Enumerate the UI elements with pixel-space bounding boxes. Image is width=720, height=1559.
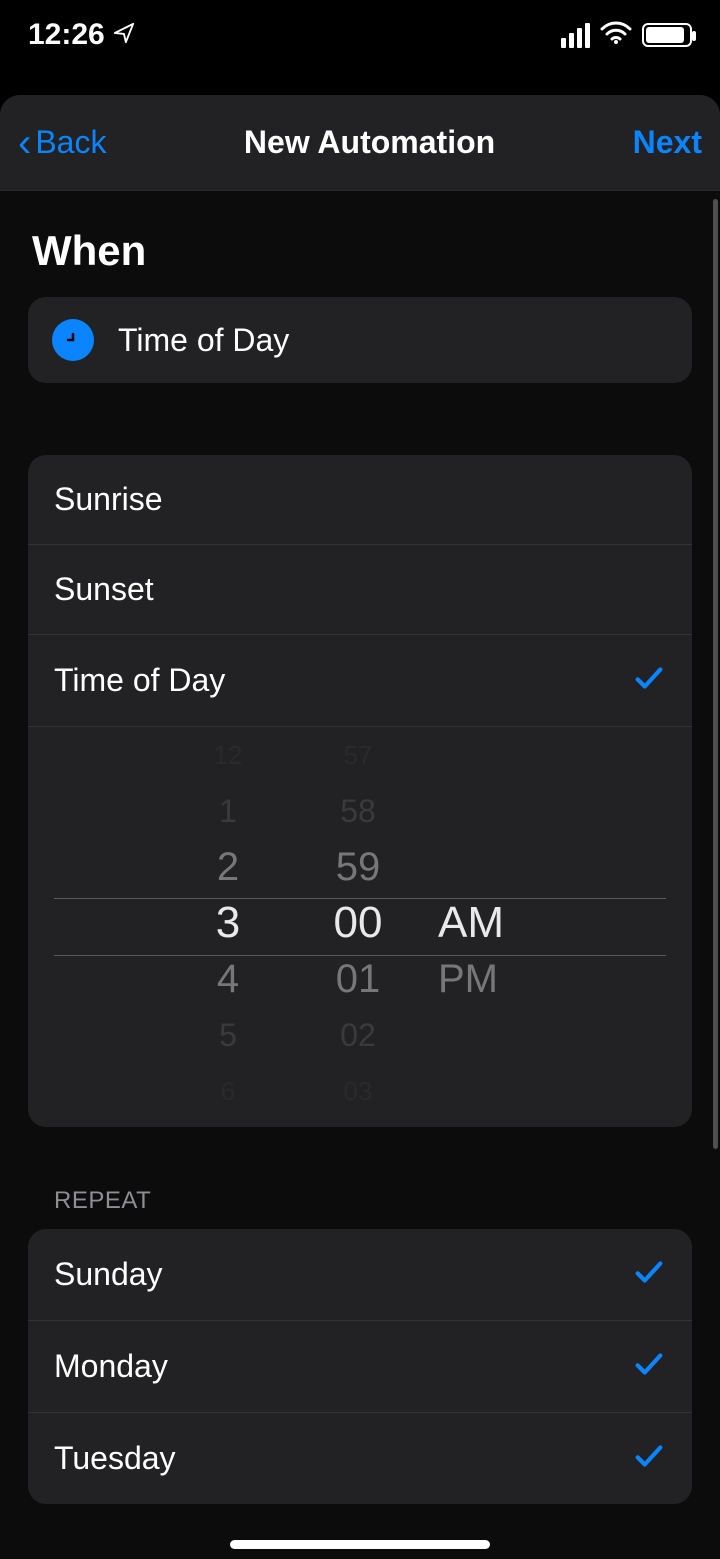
home-indicator[interactable] — [230, 1540, 490, 1549]
repeat-days-card: Sunday Monday Tuesday — [28, 1229, 692, 1504]
nav-bar: ‹ Back New Automation Next — [0, 95, 720, 191]
content-area: When Time of Day Sunrise Sunset Time of … — [0, 191, 720, 1559]
when-summary-label: Time of Day — [118, 322, 289, 359]
picker-item: 59 — [288, 839, 428, 895]
picker-item: 12 — [168, 727, 288, 783]
chevron-left-icon: ‹ — [18, 123, 31, 163]
checkmark-icon — [632, 661, 666, 700]
minute-wheel[interactable]: 57 58 59 00 01 02 03 — [288, 727, 428, 1127]
picker-item-selected: 00 — [288, 895, 428, 951]
picker-item-selected: AM — [438, 895, 548, 951]
picker-item: 58 — [288, 783, 428, 839]
hour-wheel[interactable]: 12 1 2 3 4 5 6 — [168, 727, 288, 1127]
picker-item: 4 — [168, 951, 288, 1007]
day-monday-label: Monday — [54, 1348, 168, 1385]
cellular-icon — [561, 23, 590, 48]
day-monday[interactable]: Monday — [28, 1321, 692, 1413]
ampm-wheel[interactable]: . . . AM PM — [428, 727, 548, 1127]
day-sunday[interactable]: Sunday — [28, 1229, 692, 1321]
repeat-header: REPEAT — [0, 1187, 720, 1229]
status-left: 12:26 — [28, 18, 135, 52]
picker-item: 1 — [168, 783, 288, 839]
picker-item-selected: 3 — [168, 895, 288, 951]
picker-item: 57 — [288, 727, 428, 783]
modal-sheet: ‹ Back New Automation Next When Time of … — [0, 95, 720, 1559]
picker-item: 5 — [168, 1007, 288, 1063]
option-sunset-label: Sunset — [54, 571, 154, 608]
status-time: 12:26 — [28, 18, 105, 52]
picker-item: 03 — [288, 1063, 428, 1119]
option-time-of-day[interactable]: Time of Day — [28, 635, 692, 727]
next-button[interactable]: Next — [633, 124, 702, 161]
scrollbar[interactable] — [713, 199, 718, 1149]
day-tuesday[interactable]: Tuesday — [28, 1413, 692, 1504]
picker-item: PM — [438, 951, 548, 1007]
option-sunrise[interactable]: Sunrise — [28, 455, 692, 545]
battery-icon — [642, 23, 692, 47]
picker-item: 2 — [168, 839, 288, 895]
time-picker[interactable]: 12 1 2 3 4 5 6 57 58 59 00 01 02 — [28, 727, 692, 1127]
picker-item: 6 — [168, 1063, 288, 1119]
nav-title: New Automation — [244, 124, 495, 161]
location-arrow-icon — [113, 18, 135, 52]
status-right — [561, 21, 692, 50]
wifi-icon — [600, 21, 632, 50]
picker-item: 02 — [288, 1007, 428, 1063]
when-summary-card[interactable]: Time of Day — [28, 297, 692, 383]
back-label: Back — [35, 124, 106, 161]
status-bar: 12:26 — [0, 0, 720, 70]
back-button[interactable]: ‹ Back — [18, 123, 106, 163]
checkmark-icon — [632, 1439, 666, 1478]
day-sunday-label: Sunday — [54, 1256, 163, 1293]
checkmark-icon — [632, 1255, 666, 1294]
option-time-of-day-label: Time of Day — [54, 662, 225, 699]
option-sunset[interactable]: Sunset — [28, 545, 692, 635]
checkmark-icon — [632, 1347, 666, 1386]
day-tuesday-label: Tuesday — [54, 1440, 176, 1477]
when-header: When — [0, 191, 720, 297]
clock-icon — [52, 319, 94, 361]
picker-item: 01 — [288, 951, 428, 1007]
option-sunrise-label: Sunrise — [54, 481, 163, 518]
when-options-card: Sunrise Sunset Time of Day 12 1 2 3 — [28, 455, 692, 1127]
